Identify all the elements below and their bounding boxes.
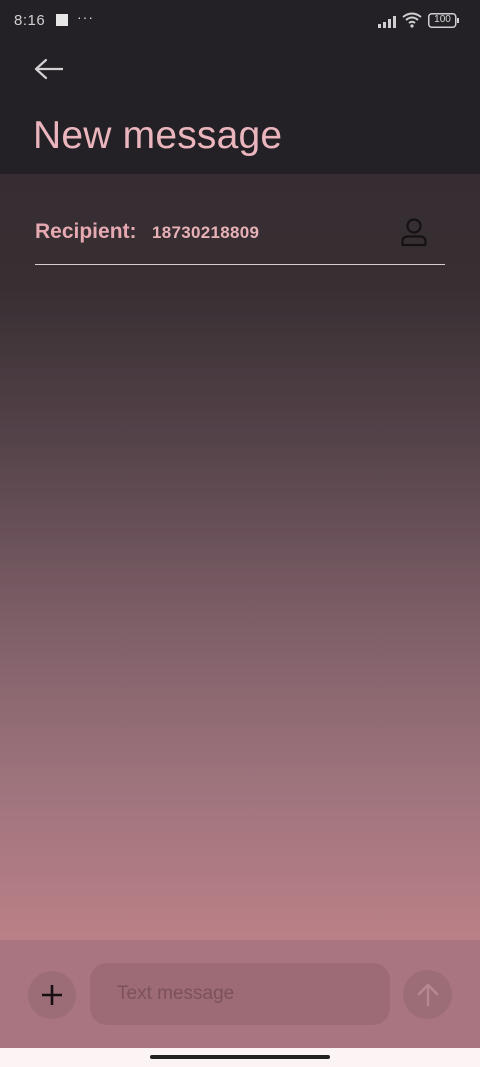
conversation-area [0,174,480,940]
home-indicator[interactable] [150,1055,330,1059]
status-overflow: ··· [77,9,94,25]
contact-person-icon [401,218,427,247]
recipient-field[interactable]: Recipient: 18730218809 [35,212,445,265]
wifi-icon [402,12,422,28]
recipient-label: Recipient: [35,220,137,243]
page-title: New message [33,114,283,157]
contact-picker-button[interactable] [397,213,431,251]
send-arrow-icon [417,983,438,1006]
media-icon [56,14,68,26]
message-input[interactable] [90,963,390,1025]
recipient-number[interactable]: 18730218809 [152,223,259,243]
status-bar: 8:16 ··· 100 [0,0,480,44]
back-button[interactable] [27,52,71,86]
attach-button[interactable] [28,971,76,1019]
signal-icon [378,16,396,28]
back-arrow-icon [34,58,63,80]
plus-icon [42,985,62,1005]
send-button[interactable] [403,970,452,1019]
new-message-screen: 8:16 ··· 100 New message Recipient: 1873… [0,0,480,1067]
status-time: 8:16 [14,12,46,29]
battery-level: 100 [434,14,451,25]
